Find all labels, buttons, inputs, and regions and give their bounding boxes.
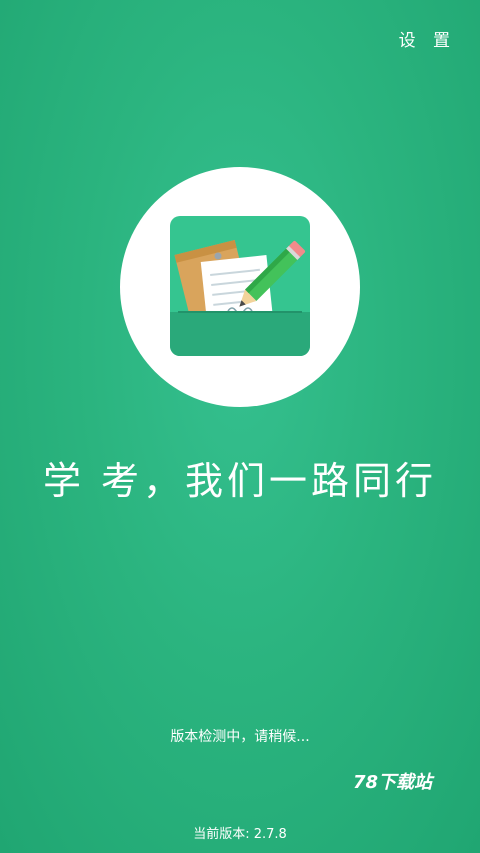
app-notes-icon — [170, 216, 310, 356]
splash-screen: 设 置 学 考，我们一路同行 版本检测中，请稍候... 78下载站 当前版本: … — [0, 0, 480, 853]
slogan-text: 学 考，我们一路同行 — [42, 459, 438, 503]
version-check-status: 版本检测中，请稍候... — [170, 729, 310, 745]
current-version-label: 当前版本: 2.7.8 — [193, 827, 287, 842]
settings-button[interactable]: 设 置 — [399, 26, 456, 51]
watermark-logo: 78下载站 — [352, 772, 432, 793]
logo-circle — [120, 167, 360, 407]
